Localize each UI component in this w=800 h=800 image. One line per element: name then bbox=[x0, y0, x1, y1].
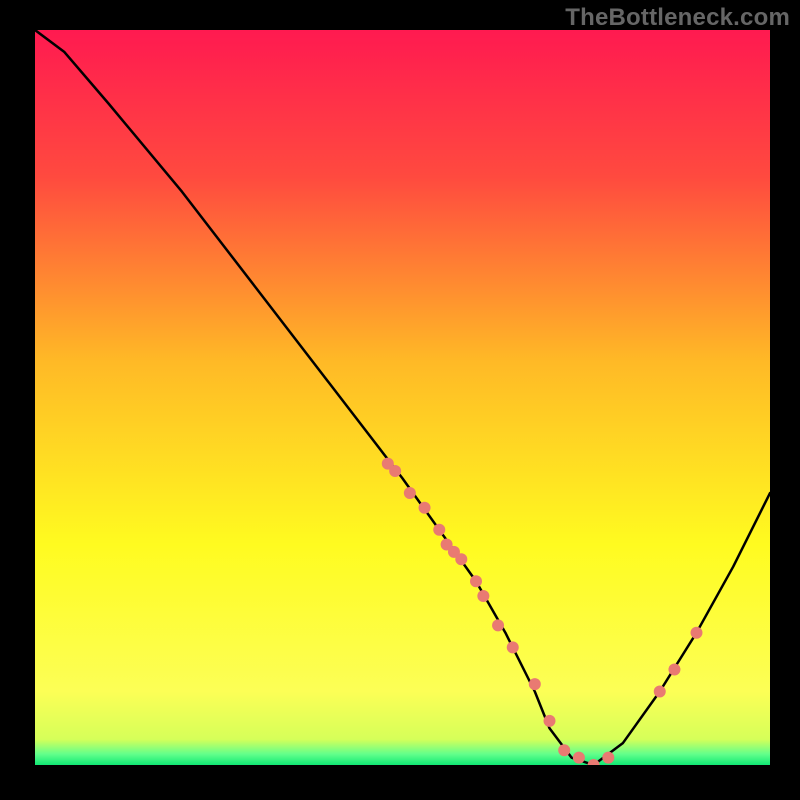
data-point bbox=[691, 627, 703, 639]
data-point bbox=[558, 744, 570, 756]
data-point bbox=[654, 686, 666, 698]
data-point bbox=[455, 553, 467, 565]
data-point bbox=[668, 663, 680, 675]
data-point bbox=[573, 752, 585, 764]
chart-svg bbox=[35, 30, 770, 765]
data-point bbox=[544, 715, 556, 727]
data-point bbox=[389, 465, 401, 477]
data-point bbox=[529, 678, 541, 690]
data-point bbox=[602, 752, 614, 764]
data-point bbox=[404, 487, 416, 499]
data-point bbox=[419, 502, 431, 514]
chart-frame: TheBottleneck.com bbox=[0, 0, 800, 800]
data-point bbox=[492, 619, 504, 631]
watermark-text: TheBottleneck.com bbox=[565, 4, 790, 32]
data-point bbox=[507, 641, 519, 653]
chart-plot-area bbox=[35, 30, 770, 765]
data-point bbox=[433, 524, 445, 536]
data-point bbox=[470, 575, 482, 587]
data-point bbox=[477, 590, 489, 602]
gradient-background bbox=[35, 30, 770, 765]
